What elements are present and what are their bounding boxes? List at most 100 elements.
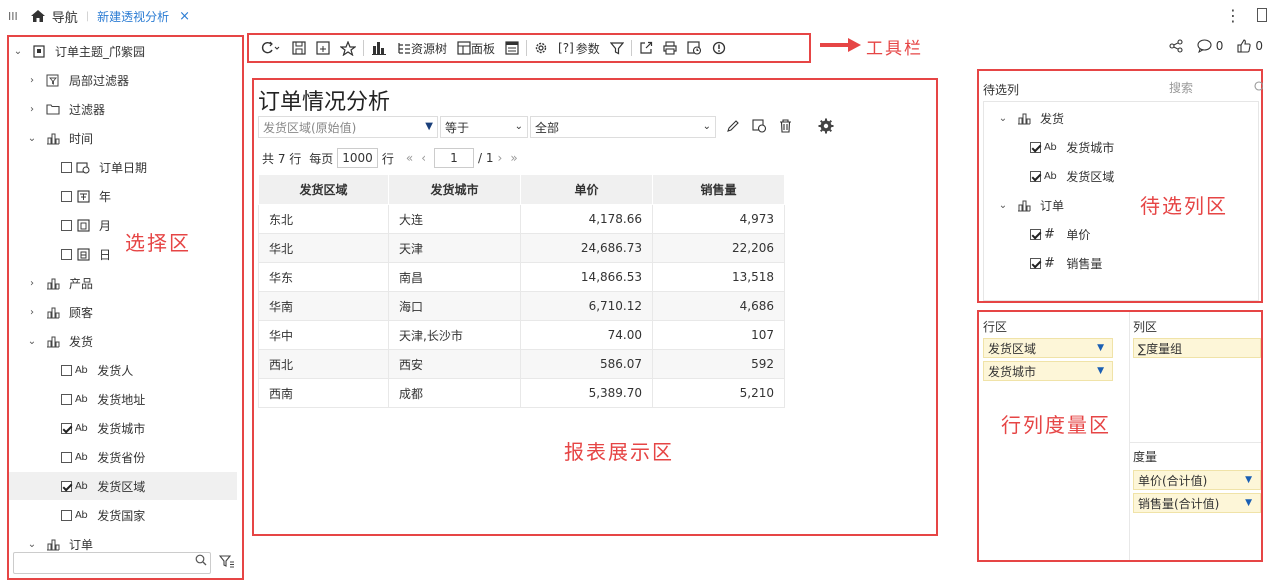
chevron-down-icon[interactable]: ⌄ — [27, 539, 37, 550]
filter-operator-select[interactable]: 等于 ⌄ — [440, 116, 528, 138]
table-cell[interactable]: 74.00 — [520, 320, 653, 350]
checkbox-checked[interactable] — [1030, 228, 1041, 240]
checkbox[interactable] — [61, 190, 72, 202]
table-cell[interactable]: 华北 — [258, 233, 389, 263]
more-menu-icon[interactable]: ⋮ — [1225, 6, 1241, 25]
table-cell[interactable]: 成都 — [388, 378, 521, 408]
prev-page-icon[interactable]: ‹ — [421, 151, 426, 165]
pending-item[interactable]: Ab 发货城市 — [1030, 133, 1114, 161]
table-cell[interactable]: 13,518 — [652, 262, 785, 292]
checkbox[interactable] — [61, 219, 72, 231]
schedule-button[interactable] — [682, 36, 707, 60]
pending-search-input[interactable]: 搜索 — [1169, 79, 1193, 96]
info-button[interactable] — [707, 36, 731, 60]
per-page-input[interactable]: 1000 — [337, 148, 378, 168]
tree-item-shipping[interactable]: ⌄ 发货 — [27, 327, 93, 355]
measure-pill[interactable]: 单价(合计值) ▼ — [1133, 470, 1261, 490]
pending-item[interactable]: # 单价 — [1030, 220, 1090, 248]
tree-root[interactable]: ⌄ 订单主题_邝紫园 — [13, 37, 145, 65]
tree-field-ship-city[interactable]: Ab 发货城市 — [61, 414, 145, 442]
save-button[interactable] — [287, 36, 311, 60]
print-button[interactable] — [658, 36, 682, 60]
table-cell[interactable]: 大连 — [388, 204, 521, 234]
chevron-down-icon[interactable]: ⌄ — [998, 200, 1008, 211]
settings-button[interactable] — [529, 36, 553, 60]
table-cell[interactable]: 592 — [652, 349, 785, 379]
table-cell[interactable]: 南昌 — [388, 262, 521, 292]
filter-gear-button[interactable] — [818, 118, 834, 137]
chevron-right-icon[interactable]: › — [27, 75, 37, 86]
table-cell[interactable]: 天津 — [388, 233, 521, 263]
table-cell[interactable]: 东北 — [258, 204, 389, 234]
tree-search-input[interactable] — [13, 552, 211, 574]
like-button[interactable]: 0 — [1237, 39, 1263, 53]
export-button[interactable] — [634, 36, 658, 60]
tab-new-pivot-analysis[interactable]: 新建透视分析 — [97, 8, 169, 25]
search-icon[interactable] — [195, 554, 207, 569]
tree-item-product[interactable]: › 产品 — [27, 269, 93, 297]
table-cell[interactable]: 天津,长沙市 — [388, 320, 521, 350]
checkbox[interactable] — [61, 248, 72, 260]
panel-button[interactable]: 面板 — [452, 36, 500, 60]
chart-button[interactable] — [366, 36, 392, 60]
chevron-right-icon[interactable]: › — [27, 104, 37, 115]
checkbox[interactable] — [61, 364, 72, 376]
share-button[interactable] — [1169, 39, 1183, 53]
tree-field-ship-region[interactable]: Ab 发货区域 — [9, 472, 237, 500]
table-cell[interactable]: 107 — [652, 320, 785, 350]
checkbox-checked[interactable] — [61, 422, 72, 434]
row-field-pill[interactable]: 发货城市 ▼ — [983, 361, 1113, 381]
checkbox-checked[interactable] — [1030, 141, 1041, 153]
checkbox[interactable] — [61, 161, 72, 173]
filter-settings-button[interactable] — [752, 118, 767, 136]
first-page-icon[interactable]: « — [406, 151, 413, 165]
next-page-icon[interactable]: › — [498, 151, 503, 165]
search-icon[interactable] — [1253, 81, 1263, 93]
tree-field-ship-address[interactable]: Ab 发货地址 — [61, 385, 145, 413]
tree-item-local-filter[interactable]: › 局部过滤器 — [27, 66, 129, 94]
table-cell[interactable]: 5,389.70 — [520, 378, 653, 408]
table-cell[interactable]: 5,210 — [652, 378, 785, 408]
column-header[interactable]: 单价 — [520, 174, 653, 205]
table-cell[interactable]: 华东 — [258, 262, 389, 292]
close-tab-icon[interactable]: × — [179, 9, 190, 24]
tree-item-customer[interactable]: › 顾客 — [27, 298, 93, 326]
column-header[interactable]: 销售量 — [652, 174, 785, 205]
pending-item[interactable]: Ab 发货区域 — [1030, 162, 1114, 190]
comment-button[interactable]: 0 — [1197, 39, 1223, 53]
table-cell[interactable]: 586.07 — [520, 349, 653, 379]
table-cell[interactable]: 4,178.66 — [520, 204, 653, 234]
column-header[interactable]: 发货区域 — [258, 174, 389, 205]
column-field-pill[interactable]: ∑度量组 — [1133, 338, 1261, 358]
chevron-down-icon[interactable]: ⌄ — [27, 133, 37, 144]
last-page-icon[interactable]: » — [510, 151, 517, 165]
table-style-button[interactable] — [500, 36, 524, 60]
caret-down-icon[interactable]: ▼ — [1097, 366, 1104, 376]
tree-item-time[interactable]: ⌄ 时间 — [27, 124, 93, 152]
filter-value-select[interactable]: 全部 ⌄ — [530, 116, 716, 138]
table-cell[interactable]: 24,686.73 — [520, 233, 653, 263]
table-cell[interactable]: 西安 — [388, 349, 521, 379]
delete-filter-button[interactable] — [779, 118, 792, 136]
tree-item-filters[interactable]: › 过滤器 — [27, 95, 105, 123]
checkbox[interactable] — [61, 451, 72, 463]
favorite-button[interactable] — [335, 36, 361, 60]
tree-field-shipper[interactable]: Ab 发货人 — [61, 356, 133, 384]
refresh-button[interactable] — [255, 36, 287, 60]
menu-icon[interactable]: III — [8, 10, 18, 23]
table-cell[interactable]: 4,973 — [652, 204, 785, 234]
tree-filter-icon[interactable] — [218, 554, 235, 571]
row-field-pill[interactable]: 发货区域 ▼ — [983, 338, 1113, 358]
table-cell[interactable]: 华中 — [258, 320, 389, 350]
save-as-button[interactable] — [311, 36, 335, 60]
table-cell[interactable]: 6,710.12 — [520, 291, 653, 321]
table-cell[interactable]: 西北 — [258, 349, 389, 379]
checkbox-checked[interactable] — [1030, 170, 1041, 182]
edit-filter-button[interactable] — [726, 119, 740, 136]
pending-group-order[interactable]: ⌄ 订单 — [998, 191, 1064, 219]
table-cell[interactable]: 华南 — [258, 291, 389, 321]
tree-item-order-date[interactable]: 订单日期 — [61, 153, 147, 181]
tree-item-day[interactable]: 日 — [61, 240, 111, 268]
checkbox-checked[interactable] — [61, 480, 72, 492]
tree-field-ship-province[interactable]: Ab 发货省份 — [61, 443, 145, 471]
